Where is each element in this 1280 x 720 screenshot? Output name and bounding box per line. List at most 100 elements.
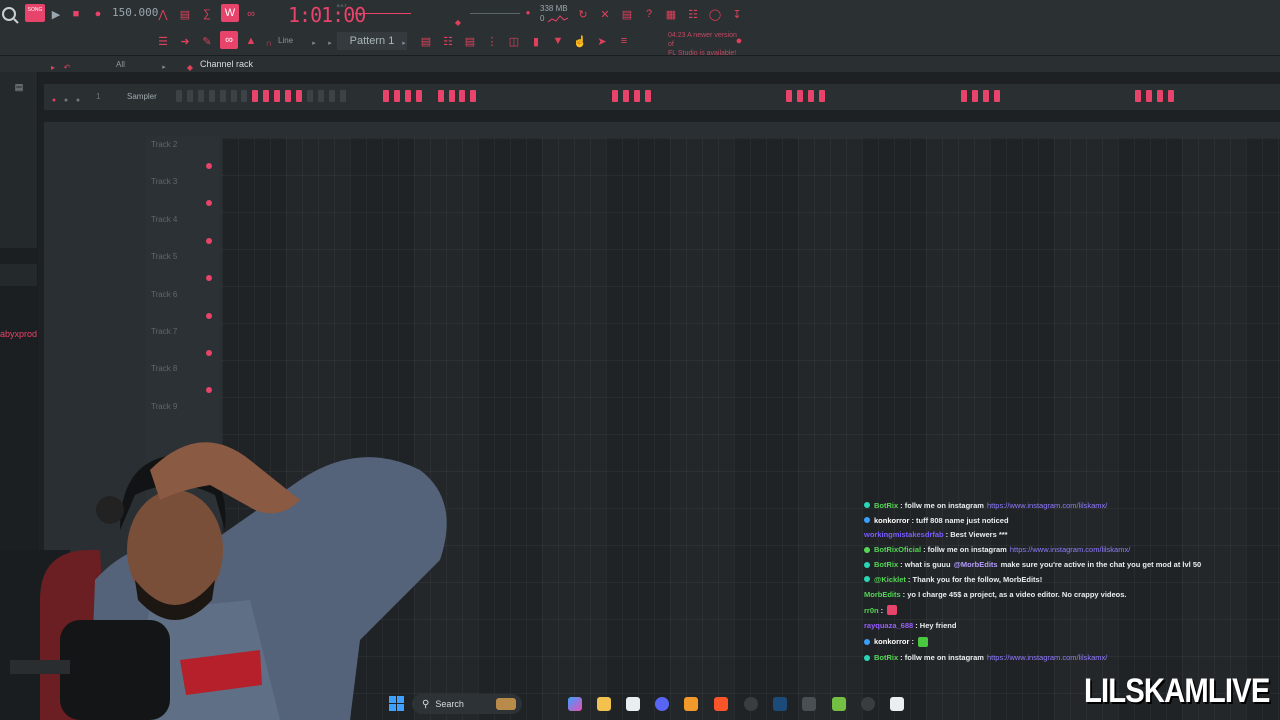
channel-filter-dropdown[interactable]: All — [116, 60, 125, 69]
brush-icon[interactable]: ▲ — [243, 32, 259, 50]
fl-logo-icon[interactable] — [0, 4, 20, 24]
discord-icon[interactable] — [655, 697, 669, 711]
track-label[interactable]: Track 4 — [151, 215, 177, 224]
step-button[interactable] — [1167, 90, 1174, 102]
play-button[interactable]: ▶ — [50, 5, 62, 23]
pitch-knob-icon[interactable]: ◆ — [452, 13, 464, 31]
step-button[interactable] — [1157, 90, 1163, 102]
link-toggle-button[interactable]: ∞ — [220, 31, 238, 49]
record-button[interactable]: ● — [92, 5, 104, 23]
step-button[interactable] — [317, 90, 324, 102]
step-button[interactable] — [622, 90, 629, 102]
playlist-toggle-icon[interactable]: ☰ — [154, 32, 172, 50]
metronome-icon[interactable]: ⋀ — [156, 5, 170, 23]
step-button[interactable] — [295, 90, 302, 102]
track-label[interactable]: Track 3 — [151, 177, 177, 186]
channel-mixer-track-number[interactable]: 1 — [96, 92, 100, 101]
step-button[interactable] — [459, 90, 466, 102]
step-button[interactable] — [470, 90, 477, 102]
steam-icon[interactable] — [773, 697, 787, 711]
step-button[interactable] — [285, 90, 291, 102]
magnet-icon[interactable]: ∩ — [262, 34, 276, 52]
pattern-add-icon[interactable]: ▸ — [400, 34, 408, 52]
chat-link[interactable]: https://www.instagram.com/lilskamx/ — [1010, 545, 1130, 554]
mixer-icon[interactable]: ▤ — [619, 5, 635, 23]
step-button[interactable] — [644, 90, 651, 102]
countdown-icon[interactable]: ∑ — [199, 5, 215, 23]
step-button[interactable] — [394, 90, 400, 102]
channel-mute-led[interactable]: ● — [50, 91, 58, 109]
step-button[interactable] — [971, 90, 978, 102]
step-button[interactable] — [960, 90, 967, 102]
track-mute-led[interactable] — [206, 163, 212, 169]
loop-record-icon[interactable]: ∞ — [243, 5, 259, 23]
tuner-icon[interactable]: ▼ — [550, 32, 566, 50]
track-mute-led[interactable] — [206, 350, 212, 356]
master-pitch-slider[interactable] — [470, 13, 520, 14]
tempo-display[interactable]: 150.000 — [112, 6, 158, 19]
chat-link[interactable]: https://www.instagram.com/lilskamx/ — [987, 653, 1107, 662]
step-button[interactable] — [241, 90, 248, 102]
online-news-icon[interactable]: ● — [732, 32, 746, 50]
step-button[interactable] — [186, 90, 193, 102]
step-button[interactable] — [808, 90, 815, 102]
channel-pan-knob[interactable]: ● — [62, 91, 70, 109]
track-label[interactable]: Track 7 — [151, 327, 177, 336]
step-button[interactable] — [383, 90, 390, 102]
step-button[interactable] — [274, 90, 281, 102]
mixer-sliders-icon[interactable]: ⋮ — [484, 32, 500, 50]
step-edit-button[interactable]: W — [221, 4, 239, 22]
obs-icon[interactable] — [744, 697, 758, 711]
master-volume-slider[interactable] — [355, 13, 411, 14]
track-mute-led[interactable] — [206, 312, 212, 319]
app-icon[interactable] — [802, 697, 816, 711]
step-button[interactable] — [208, 90, 215, 102]
track-label[interactable]: Track 6 — [151, 290, 177, 299]
arrow-right-icon[interactable]: ➜ — [177, 32, 193, 50]
channel-rack-menu-icon[interactable]: ◆ — [185, 58, 195, 76]
pattern-selector[interactable]: Pattern 1 — [337, 32, 407, 50]
brave-browser-icon[interactable] — [714, 697, 728, 711]
step-button[interactable] — [252, 90, 259, 102]
stop-button[interactable]: ■ — [70, 5, 82, 23]
step-button[interactable] — [993, 90, 1000, 102]
step-button[interactable] — [633, 90, 640, 102]
browser-collapse-icon[interactable]: ▤ — [12, 78, 26, 96]
plugin-picker-icon[interactable]: ▦ — [663, 5, 679, 23]
channel-rack-toggle-icon[interactable]: ☷ — [685, 5, 701, 23]
step-button[interactable] — [797, 90, 804, 102]
windows-start-icon[interactable] — [389, 696, 404, 711]
capcut-icon[interactable] — [890, 697, 904, 711]
step-button[interactable] — [786, 90, 793, 102]
script-output-icon[interactable]: ≡ — [616, 32, 632, 50]
microsoft-store-icon[interactable] — [626, 697, 640, 711]
filter-dropdown-arrow-icon[interactable]: ▸ — [160, 58, 168, 76]
track-label[interactable]: Track 8 — [151, 364, 177, 373]
pattern-prev-arrow-icon[interactable]: ▸ — [326, 34, 334, 52]
download-icon[interactable]: ↧ — [729, 5, 745, 23]
step-button[interactable] — [404, 90, 411, 102]
touch-controller-icon[interactable]: ☝ — [572, 32, 588, 50]
step-button[interactable] — [612, 90, 618, 102]
cut-tool-icon[interactable]: ✕ — [597, 5, 613, 23]
rack-menu-arrow-icon[interactable]: ▸ — [48, 58, 58, 76]
wait-record-icon[interactable]: ▤ — [177, 5, 193, 23]
plugin-database-icon[interactable]: ◫ — [506, 32, 522, 50]
channel-name-button[interactable]: Sampler — [127, 92, 157, 101]
step-button[interactable] — [1135, 90, 1142, 102]
kick-icon[interactable] — [861, 697, 875, 711]
browser-icon[interactable]: ▤ — [418, 32, 434, 50]
step-button[interactable] — [263, 90, 270, 102]
track-label[interactable]: Track 2 — [151, 140, 177, 149]
fl-studio-taskbar-icon[interactable] — [684, 697, 698, 711]
track-label[interactable]: Track 5 — [151, 252, 177, 261]
help-icon[interactable]: ? — [641, 5, 657, 23]
step-button[interactable] — [448, 90, 455, 102]
step-button[interactable] — [306, 90, 313, 102]
taskbar-search[interactable]: ⚲ Search — [412, 694, 522, 714]
track-mute-led[interactable] — [206, 237, 212, 244]
snap-mode-label[interactable]: Line — [278, 36, 293, 45]
step-button[interactable] — [1146, 90, 1153, 102]
file-explorer-icon[interactable] — [597, 697, 611, 711]
step-button[interactable] — [219, 90, 226, 102]
